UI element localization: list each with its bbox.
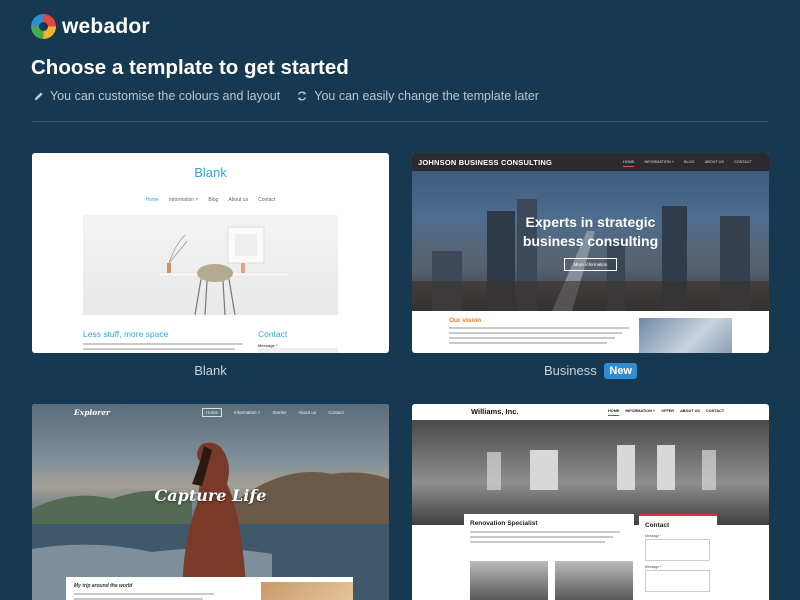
webador-logo-icon (31, 14, 56, 39)
hint-text: You can easily change the template later (314, 89, 539, 103)
preview-nav: Home Information ˅ Stories About us Cont… (202, 408, 356, 417)
preview-nav-item: INFORMATION ˅ (644, 160, 675, 164)
preview-input (645, 570, 710, 592)
preview-nav-item: ABOUT US (680, 409, 700, 413)
preview-content-panel: My trip around the world (66, 577, 353, 600)
preview-nav-item: Information ˅ (234, 410, 261, 415)
preview-header-bar: JOHNSON BUSINESS CONSULTING HOME INFORMA… (412, 153, 769, 171)
preview-nav: Home Information ˅ Blog About us Contact (32, 197, 389, 203)
preview-text-lines (470, 531, 620, 546)
preview-nav-item: BLOG (684, 160, 695, 164)
desk-chair-illustration (157, 226, 289, 316)
template-label-business[interactable]: Business New (412, 363, 769, 379)
preview-nav-item: HOME (608, 409, 620, 416)
preview-sidebar-title: Contact (645, 522, 670, 529)
preview-thumbnail (261, 582, 353, 600)
preview-subheading: My trip around the world (74, 583, 133, 589)
preview-photo (555, 561, 633, 600)
preview-heading: Less stuff, more space (83, 329, 169, 339)
template-card-williams[interactable]: Williams, Inc. HOME INFORMATION ˅ OFFER … (412, 404, 769, 600)
preview-brand: Williams, Inc. (471, 407, 519, 416)
template-card-explorer[interactable]: Explorer Home Information ˅ Stories Abou… (32, 404, 389, 600)
preview-site-title: Blank (194, 165, 227, 180)
preview-nav-item: Information ˅ (169, 197, 199, 203)
preview-nav-item: Stories (272, 410, 287, 415)
hint-text: You can customise the colours and layout (50, 89, 281, 103)
hints-row: You can customise the colours and layout… (33, 89, 555, 103)
preview-hero-image (83, 215, 338, 316)
preview-nav-item: Home (202, 408, 223, 417)
preview-nav-item: OFFER (661, 409, 675, 413)
preview-nav-item: CONTACT (733, 160, 752, 164)
refresh-icon (298, 91, 307, 101)
preview-nav-item: Blog (208, 197, 219, 203)
preview-hero-line: Experts in strategic (525, 214, 656, 230)
preview-section-title: Our vision (449, 317, 482, 324)
pencil-icon (34, 91, 43, 100)
preview-nav: HOME INFORMATION ˅ OFFER ABOUT US CONTAC… (608, 409, 730, 416)
new-badge: New (604, 363, 637, 379)
template-name: Blank (194, 363, 227, 378)
preview-hero-image: Experts in strategic business consulting… (412, 171, 769, 311)
preview-nav-item: About us (228, 197, 249, 203)
preview-photo (470, 561, 548, 600)
preview-hero-image (412, 420, 769, 525)
preview-nav-item: INFORMATION ˅ (625, 409, 656, 413)
preview-hero-title: Capture Life (154, 486, 267, 505)
preview-hero-line: business consulting (522, 233, 659, 249)
preview-field-label: Message * (645, 565, 662, 569)
preview-nav-item: About us (298, 410, 317, 415)
divider (31, 121, 769, 122)
preview-field-label: Message * (645, 534, 662, 538)
preview-brand: JOHNSON BUSINESS CONSULTING (418, 158, 553, 167)
brand-name: webador (62, 14, 150, 38)
preview-sidebar-title: Contact (258, 329, 288, 339)
hint-customise: You can customise the colours and layout (33, 89, 280, 103)
preview-photo (639, 318, 732, 353)
preview-brand: Explorer (74, 408, 110, 417)
preview-text-lines (449, 327, 629, 347)
page-title: Choose a template to get started (31, 56, 349, 79)
preview-hero-title: Experts in strategic business consulting (412, 213, 769, 251)
preview-nav-item: CONTACT (705, 409, 725, 413)
preview-input (645, 539, 710, 561)
preview-nav: HOME INFORMATION ˅ BLOG ABOUT US CONTACT (613, 160, 752, 167)
preview-text-lines (83, 343, 243, 353)
hint-change-template: You can easily change the template later (296, 89, 539, 103)
preview-nav-item: ABOUT US (704, 160, 724, 164)
preview-message-field (258, 348, 338, 353)
preview-nav-item: Contact (328, 410, 344, 415)
preview-nav-item: Contact (258, 197, 276, 203)
preview-nav-item: Home (145, 197, 159, 203)
template-card-business[interactable]: JOHNSON BUSINESS CONSULTING HOME INFORMA… (412, 153, 769, 353)
webador-logo[interactable]: webador (31, 14, 150, 39)
template-name: Business (544, 363, 597, 378)
preview-heading: Renovation Specialist (470, 520, 538, 527)
template-card-blank[interactable]: Blank Home Information ˅ Blog About us C… (32, 153, 389, 353)
preview-text-lines (74, 593, 214, 600)
preview-more-info-button: More information (564, 258, 617, 271)
preview-sidebar: Contact Message * Message * (639, 514, 717, 600)
template-label-blank[interactable]: Blank (32, 363, 389, 378)
preview-nav-item: HOME (623, 160, 635, 167)
